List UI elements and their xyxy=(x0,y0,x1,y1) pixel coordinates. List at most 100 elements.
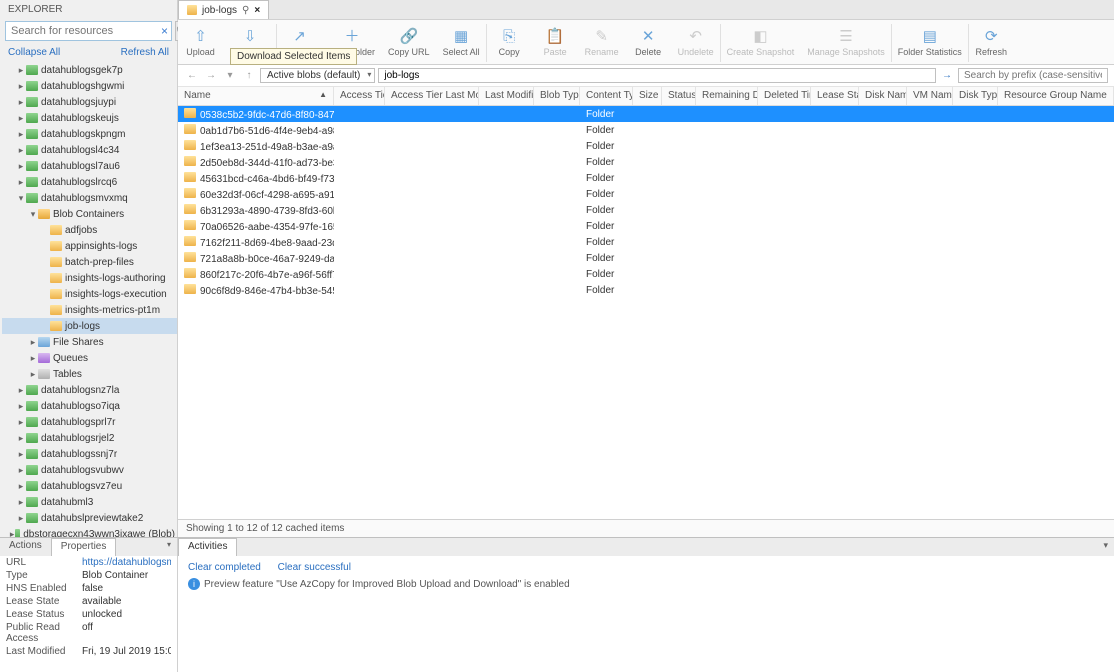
tree-item[interactable]: job-logs xyxy=(2,318,177,334)
col-vm-name[interactable]: VM Name xyxy=(907,87,953,105)
tab-actions[interactable]: Actions xyxy=(0,538,51,556)
tree-item[interactable]: ▸datahublogsl4c34 xyxy=(2,142,177,158)
tree-item[interactable]: ▸datahublogskeujs xyxy=(2,110,177,126)
grid-row[interactable]: 6b31293a-4890-4739-8fd3-60b2bb48bb55Fold… xyxy=(178,202,1114,218)
grid-row[interactable]: 721a8a8b-b0ce-46a7-9249-da1c5adba3d3Fold… xyxy=(178,250,1114,266)
clear-successful-link[interactable]: Clear successful xyxy=(278,562,351,573)
col-content-type[interactable]: Content Type xyxy=(580,87,633,105)
tree-item[interactable]: ▸datahublogsvz7eu xyxy=(2,478,177,494)
tree-item[interactable]: appinsights-logs xyxy=(2,238,177,254)
grid-body[interactable]: 0538c5b2-9fdc-47d6-8f80-8474ae2d7162Fold… xyxy=(178,106,1114,519)
tree-item[interactable]: ▸datahubslpreviewtake2 xyxy=(2,510,177,526)
col-tier-last-modified[interactable]: Access Tier Last Modified xyxy=(385,87,479,105)
twist-icon[interactable]: ▸ xyxy=(16,497,26,508)
blob-scope-dropdown[interactable]: Active blobs (default) xyxy=(260,68,375,83)
twist-icon[interactable]: ▸ xyxy=(16,385,26,396)
twist-icon[interactable]: ▸ xyxy=(16,417,26,428)
grid-row[interactable]: 7162f211-8d69-4be8-9aad-23dc6e2cb5e3Fold… xyxy=(178,234,1114,250)
twist-icon[interactable]: ▸ xyxy=(16,145,26,156)
col-name[interactable]: Name ▲ xyxy=(178,87,334,105)
tree-item[interactable]: ▸datahublogsjuypi xyxy=(2,94,177,110)
tree-item[interactable]: insights-logs-authoring xyxy=(2,270,177,286)
twist-icon[interactable]: ▸ xyxy=(28,337,38,348)
tree-item[interactable]: ▸datahublogslrcq6 xyxy=(2,174,177,190)
upload-button[interactable]: ⇧Upload xyxy=(178,24,224,62)
rename-button[interactable]: ✎Rename xyxy=(579,24,626,62)
col-disk-type[interactable]: Disk Type xyxy=(953,87,998,105)
twist-icon[interactable]: ▸ xyxy=(16,65,26,76)
select-all-button[interactable]: ▦Select All xyxy=(437,24,487,62)
tree-item[interactable]: insights-metrics-pt1m xyxy=(2,302,177,318)
nav-up-icon[interactable]: ↑ xyxy=(241,70,257,81)
tree-item[interactable]: adfjobs xyxy=(2,222,177,238)
col-deleted-time[interactable]: Deleted Time xyxy=(758,87,811,105)
tree-item[interactable]: ▸datahublogsl7au6 xyxy=(2,158,177,174)
col-status[interactable]: Status xyxy=(662,87,696,105)
tree-item[interactable]: ▸datahubml3 xyxy=(2,494,177,510)
tree-item[interactable]: ▸datahublogso7iqa xyxy=(2,398,177,414)
tree-item[interactable]: ▸dbstoragecxn43wwn3ixawe (Blob) xyxy=(2,526,177,537)
tab-activities[interactable]: Activities xyxy=(178,538,237,556)
prefix-filter-input[interactable] xyxy=(958,68,1108,83)
twist-icon[interactable]: ▸ xyxy=(16,481,26,492)
pin-icon[interactable]: ⚲ xyxy=(242,5,249,16)
col-lease-state[interactable]: Lease State xyxy=(811,87,859,105)
tree-item[interactable]: ▸Queues xyxy=(2,350,177,366)
clear-search-icon[interactable]: × xyxy=(161,24,168,38)
twist-icon[interactable]: ▸ xyxy=(28,353,38,364)
tree-item[interactable]: ▸datahublogshgwmi xyxy=(2,78,177,94)
grid-row[interactable]: 90c6f8d9-846e-47b4-bb3e-54567b52cb54Fold… xyxy=(178,282,1114,298)
twist-icon[interactable]: ▸ xyxy=(16,97,26,108)
twist-icon[interactable]: ▸ xyxy=(16,177,26,188)
twist-icon[interactable]: ▸ xyxy=(16,81,26,92)
collapse-all-link[interactable]: Collapse All xyxy=(8,47,60,58)
panel-menu-icon[interactable]: ▾ xyxy=(161,538,177,556)
twist-icon[interactable]: ▸ xyxy=(16,401,26,412)
tree-item[interactable]: ▸datahublogsprl7r xyxy=(2,414,177,430)
resource-tree[interactable]: ▸datahublogsgek7p▸datahublogshgwmi▸datah… xyxy=(0,60,177,537)
paste-button[interactable]: 📋Paste xyxy=(533,24,579,62)
grid-row[interactable]: 860f217c-20f6-4b7e-a96f-56ff7ea11e47Fold… xyxy=(178,266,1114,282)
refresh-all-link[interactable]: Refresh All xyxy=(121,47,169,58)
tab-properties[interactable]: Properties xyxy=(51,538,117,556)
twist-icon[interactable]: ▾ xyxy=(28,209,38,220)
close-icon[interactable]: × xyxy=(254,5,260,16)
tree-item[interactable]: ▾Blob Containers xyxy=(2,206,177,222)
undelete-button[interactable]: ↶Undelete xyxy=(672,24,721,62)
twist-icon[interactable]: ▸ xyxy=(16,129,26,140)
refresh-button[interactable]: ⟳Refresh xyxy=(969,24,1015,62)
tree-item[interactable]: batch-prep-files xyxy=(2,254,177,270)
col-remaining-days[interactable]: Remaining Days xyxy=(696,87,758,105)
grid-row[interactable]: 0ab1d7b6-51d6-4f4e-9eb4-a9851353cd78Fold… xyxy=(178,122,1114,138)
grid-row[interactable]: 1ef3ea13-251d-49a8-b3ae-a9a7ea74340aFold… xyxy=(178,138,1114,154)
tree-item[interactable]: ▸datahublogskpngm xyxy=(2,126,177,142)
tree-item[interactable]: insights-logs-execution xyxy=(2,286,177,302)
tree-item[interactable]: ▸datahublogsrjel2 xyxy=(2,430,177,446)
col-access-tier[interactable]: Access Tier xyxy=(334,87,385,105)
go-icon[interactable]: → xyxy=(939,70,955,81)
create-snapshot-button[interactable]: ◧Create Snapshot xyxy=(721,24,802,62)
nav-back-icon[interactable]: ← xyxy=(184,70,200,81)
delete-button[interactable]: ✕Delete xyxy=(626,24,672,62)
grid-row[interactable]: 70a06526-aabe-4354-97fe-16548a66ca88Fold… xyxy=(178,218,1114,234)
grid-row[interactable]: 2d50eb8d-344d-41f0-ad73-be3427ef111eFold… xyxy=(178,154,1114,170)
copy-url-button[interactable]: 🔗Copy URL xyxy=(382,24,437,62)
twist-icon[interactable]: ▸ xyxy=(16,513,26,524)
tree-item[interactable]: ▸datahublogssnj7r xyxy=(2,446,177,462)
tree-item[interactable]: ▸datahublogsgek7p xyxy=(2,62,177,78)
folder-statistics-button[interactable]: ▤Folder Statistics xyxy=(892,24,969,62)
nav-forward-icon[interactable]: → xyxy=(203,70,219,81)
copy-button[interactable]: ⎘Copy xyxy=(487,24,533,62)
twist-icon[interactable]: ▸ xyxy=(28,369,38,380)
twist-icon[interactable]: ▸ xyxy=(16,113,26,124)
tree-item[interactable]: ▸File Shares xyxy=(2,334,177,350)
grid-row[interactable]: 0538c5b2-9fdc-47d6-8f80-8474ae2d7162Fold… xyxy=(178,106,1114,122)
search-input[interactable] xyxy=(5,21,172,41)
col-blob-type[interactable]: Blob Type xyxy=(534,87,580,105)
tab-job-logs[interactable]: job-logs ⚲ × xyxy=(178,0,269,19)
col-disk-name[interactable]: Disk Name xyxy=(859,87,907,105)
clear-completed-link[interactable]: Clear completed xyxy=(188,562,261,573)
manage-snapshots-button[interactable]: ☰Manage Snapshots xyxy=(801,24,892,62)
tree-item[interactable]: ▸datahublogsvubwv xyxy=(2,462,177,478)
tree-item[interactable]: ▸datahublogsnz7la xyxy=(2,382,177,398)
